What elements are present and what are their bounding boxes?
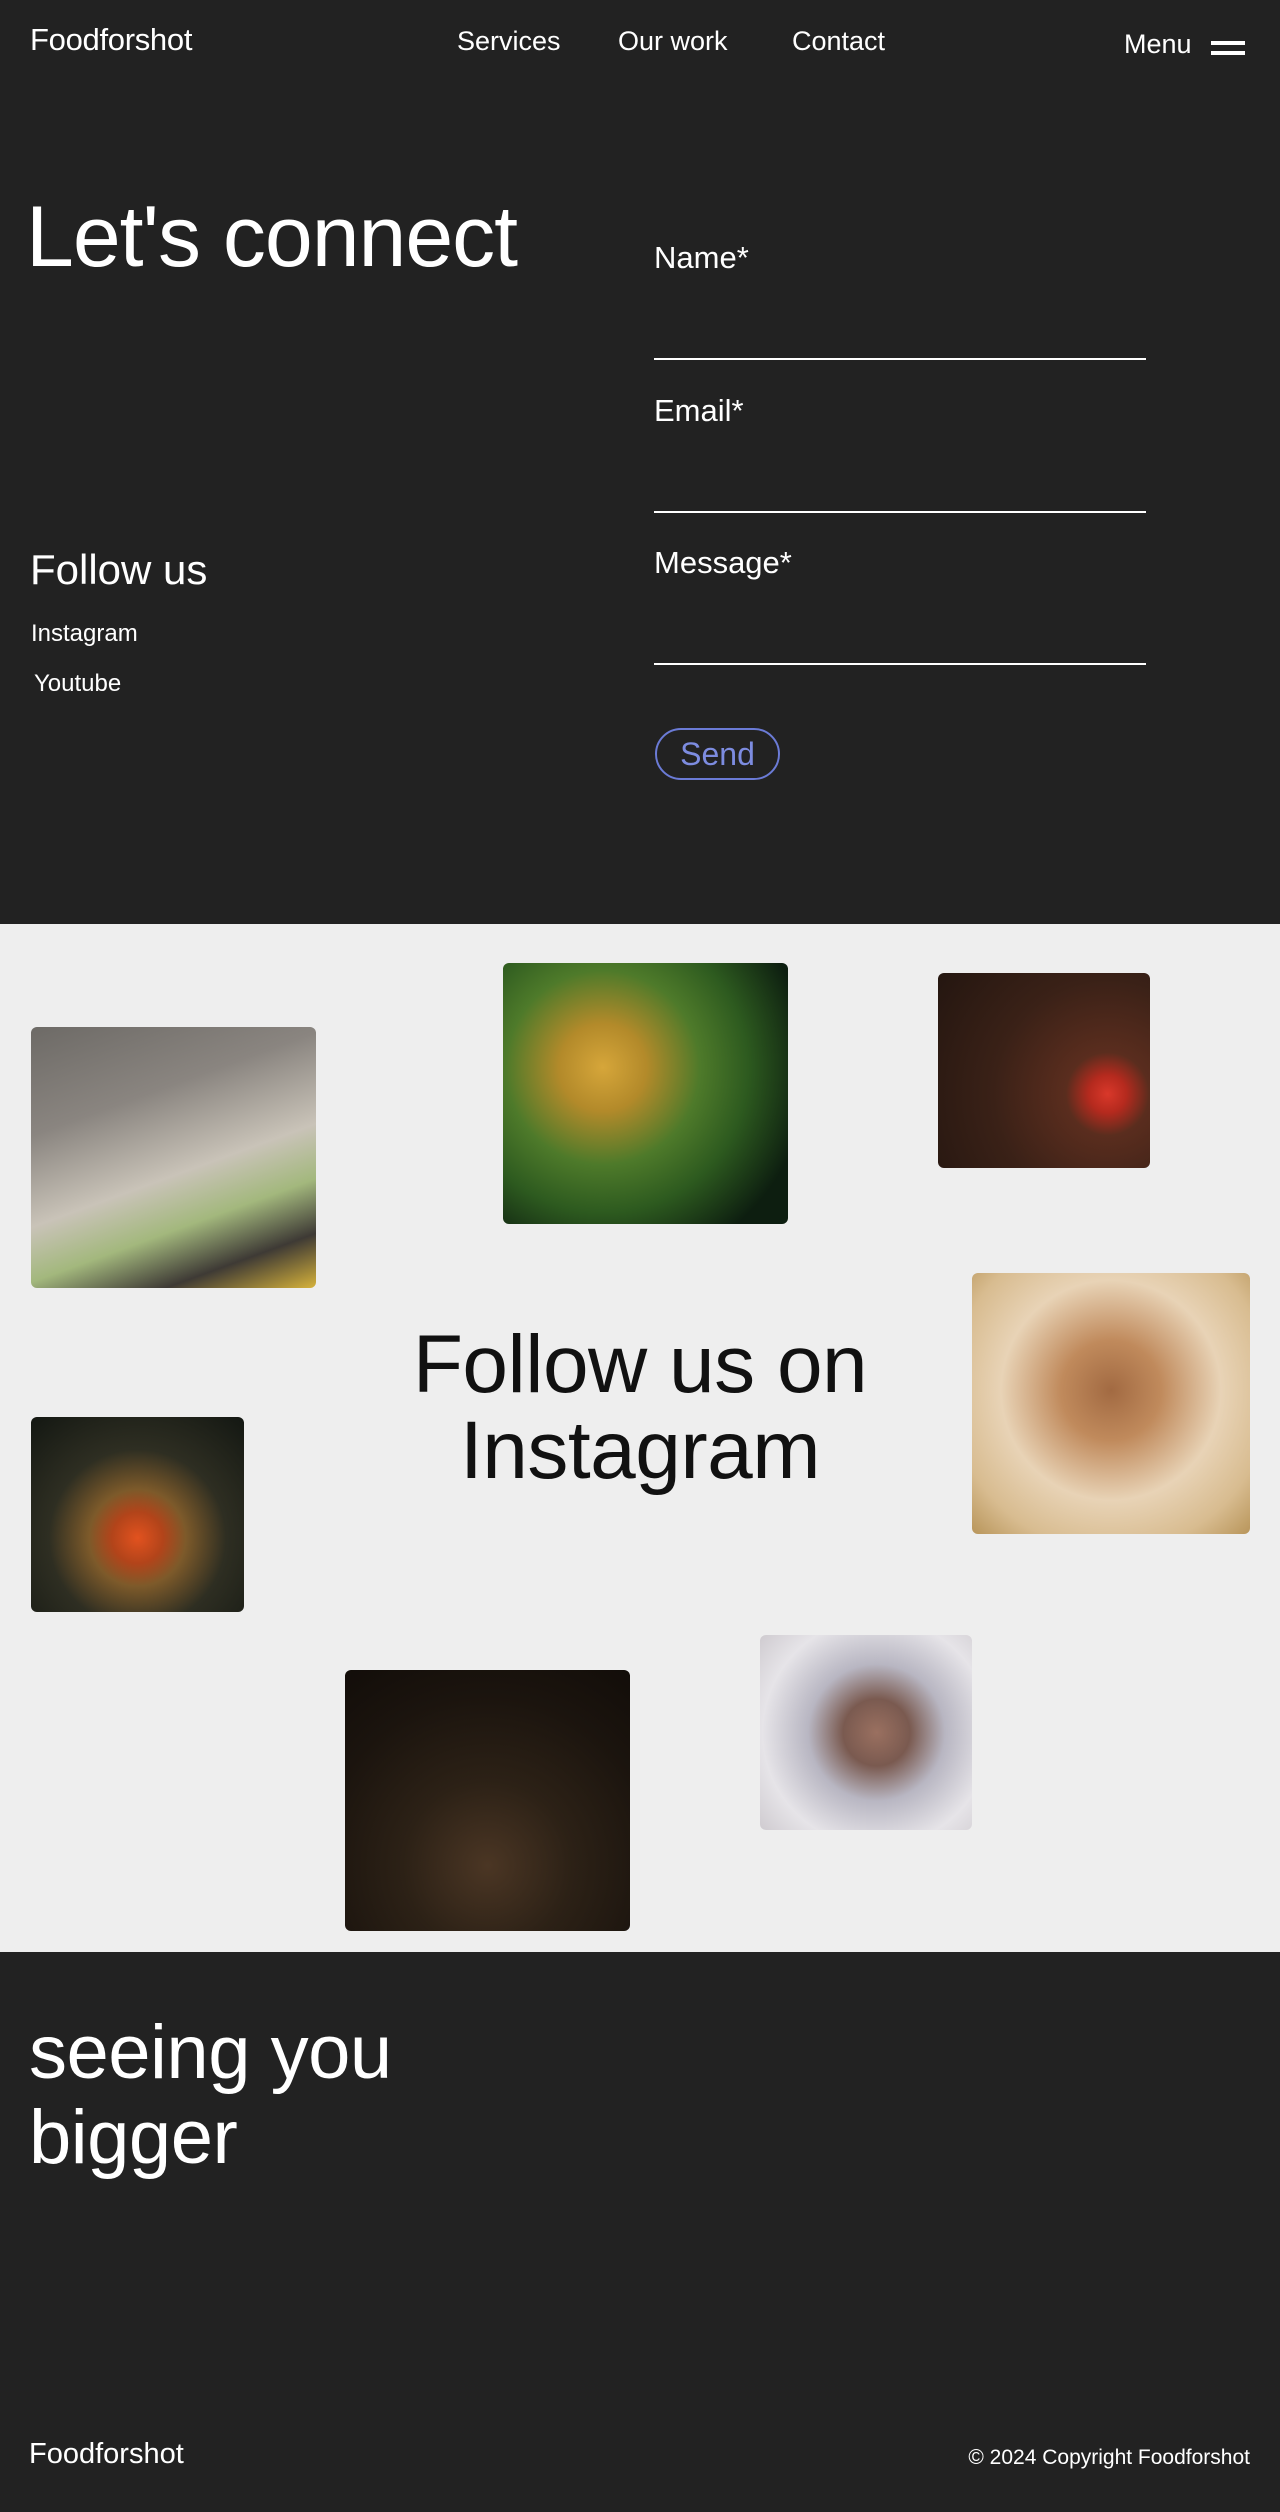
footer-slogan-line2: bigger: [29, 2095, 238, 2181]
instagram-gallery: Follow us on Instagram: [0, 924, 1280, 1952]
message-label: Message*: [654, 545, 792, 580]
nav-contact-link[interactable]: Contact: [792, 26, 885, 57]
nav-our-work-link[interactable]: Our work: [618, 26, 728, 57]
instagram-link[interactable]: Instagram: [31, 620, 138, 648]
menu-button[interactable]: Menu: [1124, 26, 1245, 62]
email-field-group: Email*: [654, 393, 1146, 513]
youtube-link[interactable]: Youtube: [34, 670, 121, 698]
follow-us-heading: Follow us: [30, 546, 208, 593]
message-input[interactable]: [654, 625, 1146, 665]
instagram-heading: Follow us on Instagram: [340, 1319, 940, 1497]
nav-services-link[interactable]: Services: [457, 26, 561, 57]
send-button[interactable]: Send: [655, 728, 780, 780]
email-input[interactable]: [654, 473, 1146, 513]
photo-chili-pot[interactable]: [31, 1417, 244, 1612]
site-header: Foodforshot Services Our work Contact Me…: [0, 0, 1280, 90]
footer-logo[interactable]: Foodforshot: [29, 2438, 184, 2471]
page-title: Let's connect: [26, 189, 518, 285]
instagram-heading-line1: Follow us on: [412, 1319, 868, 1410]
hamburger-icon: [1211, 41, 1245, 55]
copyright-text: © 2024 Copyright Foodforshot: [968, 2446, 1250, 2469]
photo-kitchen-cooking[interactable]: [31, 1027, 316, 1288]
photo-dark-spices[interactable]: [345, 1670, 630, 1931]
photo-blurred-vegetables[interactable]: [503, 963, 788, 1224]
photo-girl-eating[interactable]: [760, 1635, 972, 1830]
photo-tomato-cutting-board[interactable]: [938, 973, 1150, 1168]
site-logo[interactable]: Foodforshot: [30, 22, 192, 58]
instagram-heading-line2: Instagram: [459, 1405, 821, 1497]
photo-woman-portrait[interactable]: [972, 1273, 1250, 1534]
menu-label: Menu: [1124, 28, 1192, 59]
footer-slogan-line1: seeing you: [29, 2010, 392, 2095]
name-input[interactable]: [654, 320, 1146, 360]
email-label: Email*: [654, 393, 744, 428]
name-label: Name*: [654, 240, 749, 275]
name-field-group: Name*: [654, 240, 1146, 360]
footer-slogan: seeing you bigger: [29, 2010, 549, 2180]
message-field-group: Message*: [654, 545, 1146, 665]
